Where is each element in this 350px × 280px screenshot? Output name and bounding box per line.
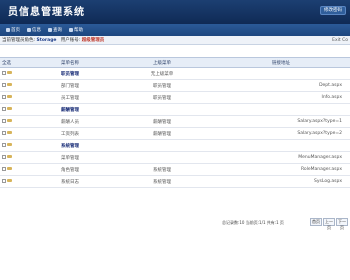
menu-name-cell: 薪酬人员 (28, 115, 112, 128)
table-row[interactable]: 角色管理 系统管理 RoleManager.aspx (0, 163, 350, 176)
menu-name-cell: 工资列表 (28, 127, 112, 140)
header: 员信息管理系统 修改密码 (0, 0, 350, 24)
parent-menu-cell (112, 103, 212, 116)
parent-menu-cell: 系统管理 (112, 163, 212, 176)
folder-icon (7, 83, 12, 87)
folder-icon (7, 119, 12, 123)
row-checkbox-cell[interactable] (0, 67, 28, 80)
next-page-button[interactable]: 下一页 (336, 218, 348, 230)
select-all-header[interactable]: 全选 (0, 57, 28, 68)
pagination-info: 总记录数:10 当前页:1/1 共有:1 页 (222, 220, 284, 225)
table-row[interactable]: 系统日志 系统管理 SysLog.aspx (0, 175, 350, 188)
folder-icon (7, 179, 12, 183)
link-path-cell (212, 67, 350, 80)
role-value: Storage (36, 38, 57, 43)
parent-menu-cell (112, 139, 212, 152)
row-checkbox-cell[interactable] (0, 139, 28, 152)
link-path-cell: Salary.aspx?type=1 (212, 115, 350, 128)
role-label: 当前管理员角色: (2, 38, 36, 43)
row-checkbox[interactable] (2, 142, 6, 147)
info-icon (27, 28, 31, 32)
link-path-header: 链接地址 (212, 57, 350, 68)
link-path-cell: SysLog.aspx (212, 175, 350, 188)
menu-name-cell: 员工管理 (28, 91, 112, 104)
search-icon (48, 28, 52, 32)
link-path-cell (212, 139, 350, 152)
row-checkbox[interactable] (2, 70, 6, 75)
menu-item-home[interactable]: 首页 (4, 26, 22, 34)
row-checkbox[interactable] (2, 166, 6, 171)
table-row[interactable]: 系统管理 (0, 139, 350, 152)
table-row[interactable]: 员工管理 职员管理 Info.aspx (0, 91, 350, 104)
home-icon (6, 28, 10, 32)
first-page-button[interactable]: 首页 (310, 218, 322, 226)
row-checkbox[interactable] (2, 118, 6, 123)
menu-name-cell: 系统管理 (28, 139, 112, 152)
link-path-cell: Dept.aspx (212, 79, 350, 92)
row-checkbox[interactable] (2, 130, 6, 135)
parent-menu-cell: 无上级菜单 (112, 67, 212, 80)
menu-name-cell: 角色管理 (28, 163, 112, 176)
folder-icon (7, 167, 12, 171)
menu-name-cell: 菜单管理 (28, 151, 112, 164)
link-path-cell: MenuManager.aspx (212, 151, 350, 164)
menu-name-cell: 薪酬管理 (28, 103, 112, 116)
menu-item-help[interactable]: 帮助 (67, 26, 85, 34)
parent-menu-header: 上级菜单 (112, 57, 212, 68)
row-checkbox-cell[interactable] (0, 127, 28, 140)
folder-icon (7, 71, 12, 75)
row-checkbox-cell[interactable] (0, 163, 28, 176)
parent-menu-cell: 系统管理 (112, 175, 212, 188)
link-path-cell (212, 103, 350, 116)
table-row[interactable]: 部门管理 职员管理 Dept.aspx (0, 79, 350, 92)
table-row[interactable]: 职员管理 无上级菜单 (0, 67, 350, 80)
menu-table: 全选 菜单名称 上级菜单 链接地址 职员管理 无上级菜单 部门管理 职员管理 Dept.… (0, 57, 350, 188)
menu-item-info[interactable]: 信息 (25, 26, 43, 34)
menu-name-cell: 系统日志 (28, 175, 112, 188)
row-checkbox-cell[interactable] (0, 79, 28, 92)
table-header: 全选 菜单名称 上级菜单 链接地址 (0, 57, 350, 68)
user-value: 超级管理员 (81, 38, 105, 43)
parent-menu-cell: 薪酬管理 (112, 115, 212, 128)
row-checkbox-cell[interactable] (0, 103, 28, 116)
link-path-cell: Info.aspx (212, 91, 350, 104)
table-row[interactable]: 薪酬人员 薪酬管理 Salary.aspx?type=1 (0, 115, 350, 128)
user-label: 用户账号: (60, 38, 81, 43)
row-checkbox-cell[interactable] (0, 115, 28, 128)
row-checkbox-cell[interactable] (0, 175, 28, 188)
folder-icon (7, 107, 12, 111)
menu-bar: 首页 信息 查询 帮助 (0, 24, 350, 36)
table-row[interactable]: 菜单管理 MenuManager.aspx (0, 151, 350, 164)
menu-name-header: 菜单名称 (28, 57, 112, 68)
app-title: 员信息管理系统 (8, 7, 85, 18)
folder-icon (7, 95, 12, 99)
parent-menu-cell (112, 151, 212, 164)
menu-item-search[interactable]: 查询 (46, 26, 64, 34)
menu-name-cell: 职员管理 (28, 67, 112, 80)
row-checkbox[interactable] (2, 106, 6, 111)
row-checkbox-cell[interactable] (0, 91, 28, 104)
parent-menu-cell: 职员管理 (112, 79, 212, 92)
menu-name-cell: 部门管理 (28, 79, 112, 92)
status-bar: 当前管理员角色: Storage 用户账号: 超级管理员 Exit Co (0, 36, 350, 45)
row-checkbox[interactable] (2, 154, 6, 159)
help-icon (69, 28, 73, 32)
folder-icon (7, 155, 12, 159)
table-row[interactable]: 薪酬管理 (0, 103, 350, 116)
row-checkbox[interactable] (2, 82, 6, 87)
exit-link[interactable]: Exit Co (332, 36, 348, 45)
parent-menu-cell: 职员管理 (112, 91, 212, 104)
link-path-cell: RoleManager.aspx (212, 163, 350, 176)
prev-page-button[interactable]: 上一页 (323, 218, 335, 230)
row-checkbox-cell[interactable] (0, 151, 28, 164)
change-password-button[interactable]: 修改密码 (320, 6, 346, 15)
link-path-cell: Salary.aspx?type=2 (212, 127, 350, 140)
row-checkbox[interactable] (2, 94, 6, 99)
folder-icon (7, 143, 12, 147)
row-checkbox[interactable] (2, 178, 6, 183)
table-row[interactable]: 工资列表 薪酬管理 Salary.aspx?type=2 (0, 127, 350, 140)
parent-menu-cell: 薪酬管理 (112, 127, 212, 140)
folder-icon (7, 131, 12, 135)
